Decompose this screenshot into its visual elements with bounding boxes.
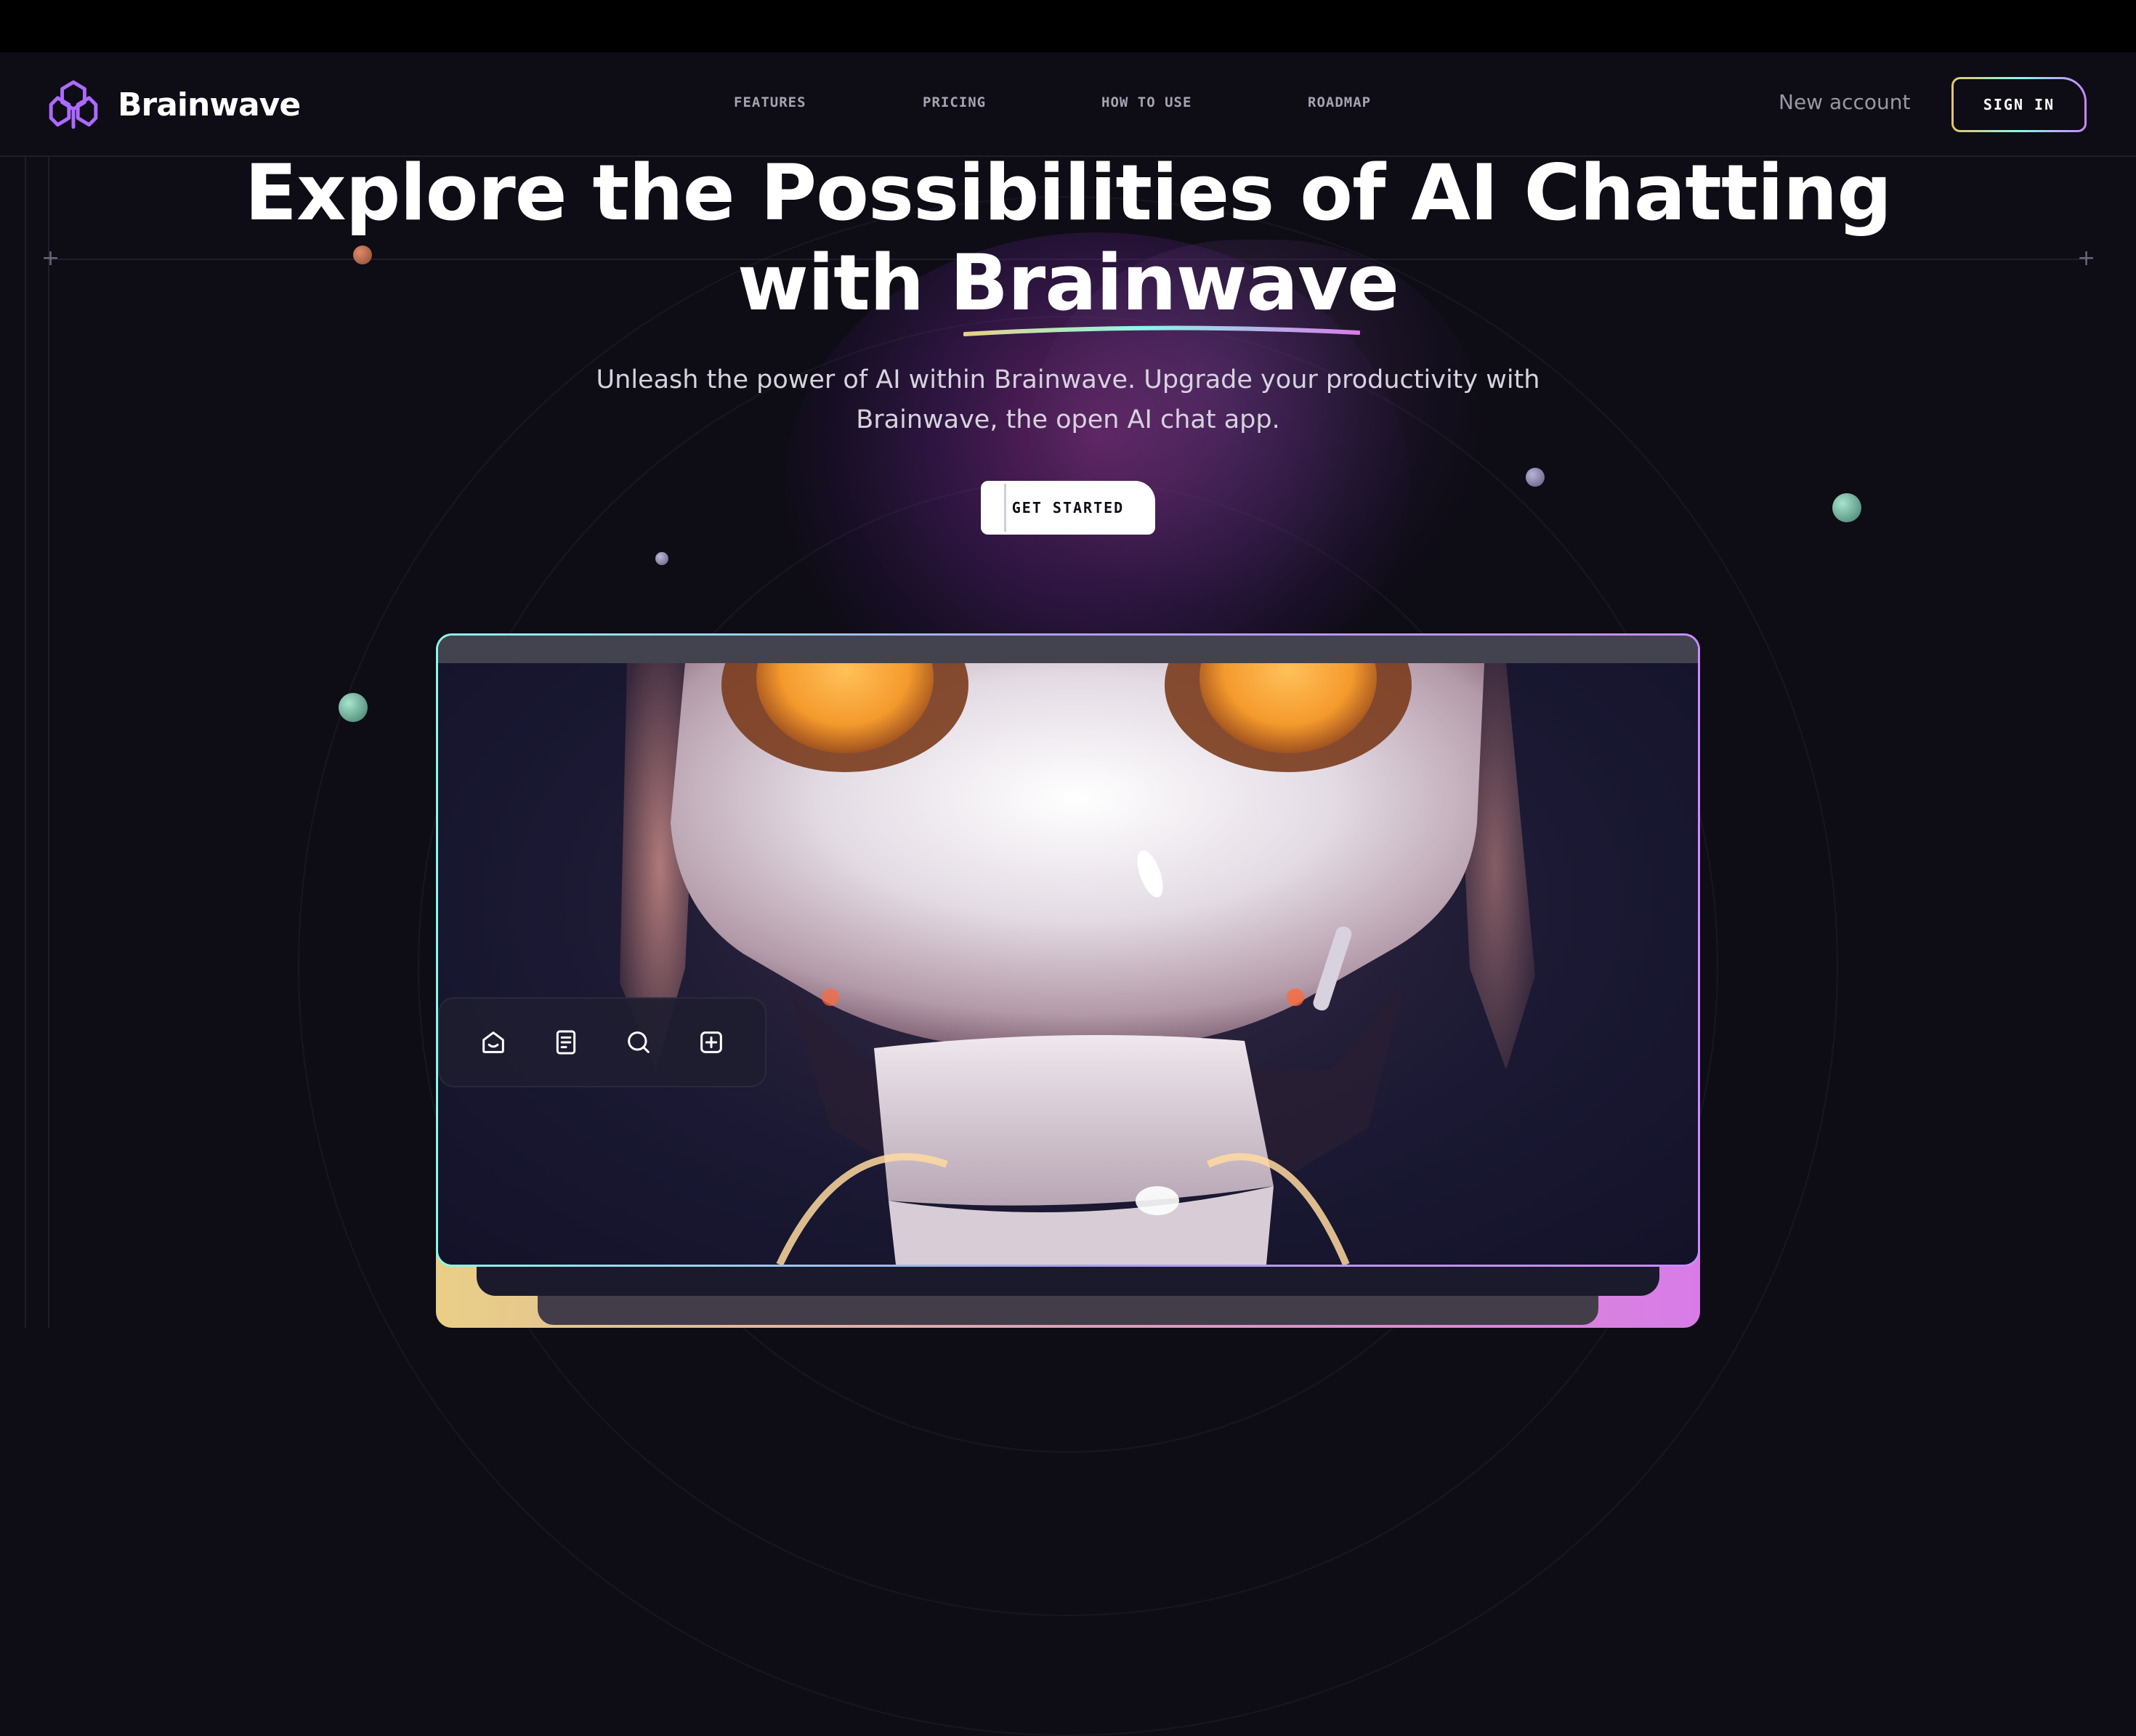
hero-title-line1: Explore the Possibilities of AI Chatting: [244, 148, 1893, 238]
grid-line-left-inner: [48, 157, 49, 1328]
nav-link-how-to-use[interactable]: HOW TO USE: [1101, 94, 1192, 110]
decor-orb-mint-right: [1832, 493, 1861, 522]
brand-name: Brainwave: [118, 86, 301, 123]
brainwave-logo-icon: [49, 80, 98, 129]
new-account-link[interactable]: New account: [1779, 90, 1911, 114]
home-button[interactable]: [472, 1021, 515, 1064]
hero-title-highlight: Brainwave: [950, 238, 1399, 328]
app-preview-titlebar: [438, 636, 1698, 663]
add-button[interactable]: [689, 1021, 733, 1064]
quick-actions-toolbar: [438, 997, 766, 1087]
hero-subtitle: Unleash the power of AI within Brainwave…: [559, 360, 1577, 440]
grid-line-left-outer: [25, 157, 26, 1328]
brand-logo-link[interactable]: Brainwave: [46, 77, 301, 132]
robot-illustration: [620, 636, 1535, 1265]
app-preview-screen: [438, 636, 1698, 1265]
hero-title: Explore the Possibilities of AI Chatting…: [0, 148, 2136, 328]
decor-orb-small: [655, 552, 668, 565]
hero-title-line2-prefix: with: [737, 238, 950, 328]
document-icon: [556, 1030, 576, 1055]
get-started-button-edge: [1004, 484, 1006, 532]
robot-image: [438, 636, 1698, 1265]
search-button[interactable]: [617, 1021, 660, 1064]
nav-link-pricing[interactable]: PRICING: [923, 94, 986, 110]
sign-in-button[interactable]: SIGN IN: [1951, 77, 2087, 132]
decor-orb-lavender: [1526, 468, 1545, 487]
title-underline-curve: [963, 325, 1360, 336]
site-header: Brainwave FEATURES PRICING HOW TO USE RO…: [0, 52, 2136, 157]
hero-subtitle-line1: Unleash the power of AI within Brainwave…: [596, 365, 1540, 394]
hero-subtitle-line2: Brainwave, the open AI chat app.: [856, 405, 1280, 434]
app-preview-frame: [436, 633, 1700, 1267]
decor-orb-mint-left: [339, 693, 368, 722]
document-button[interactable]: [544, 1021, 588, 1064]
add-square-icon: [700, 1031, 722, 1053]
nav-link-features[interactable]: FEATURES: [734, 94, 806, 110]
preview-frame-shelf-back: [538, 1296, 1598, 1325]
nav-link-roadmap[interactable]: ROADMAP: [1308, 94, 1371, 110]
browser-top-bar: [0, 0, 2136, 52]
home-icon: [482, 1031, 504, 1053]
search-icon: [628, 1031, 650, 1053]
get-started-button[interactable]: GET STARTED: [981, 481, 1155, 535]
